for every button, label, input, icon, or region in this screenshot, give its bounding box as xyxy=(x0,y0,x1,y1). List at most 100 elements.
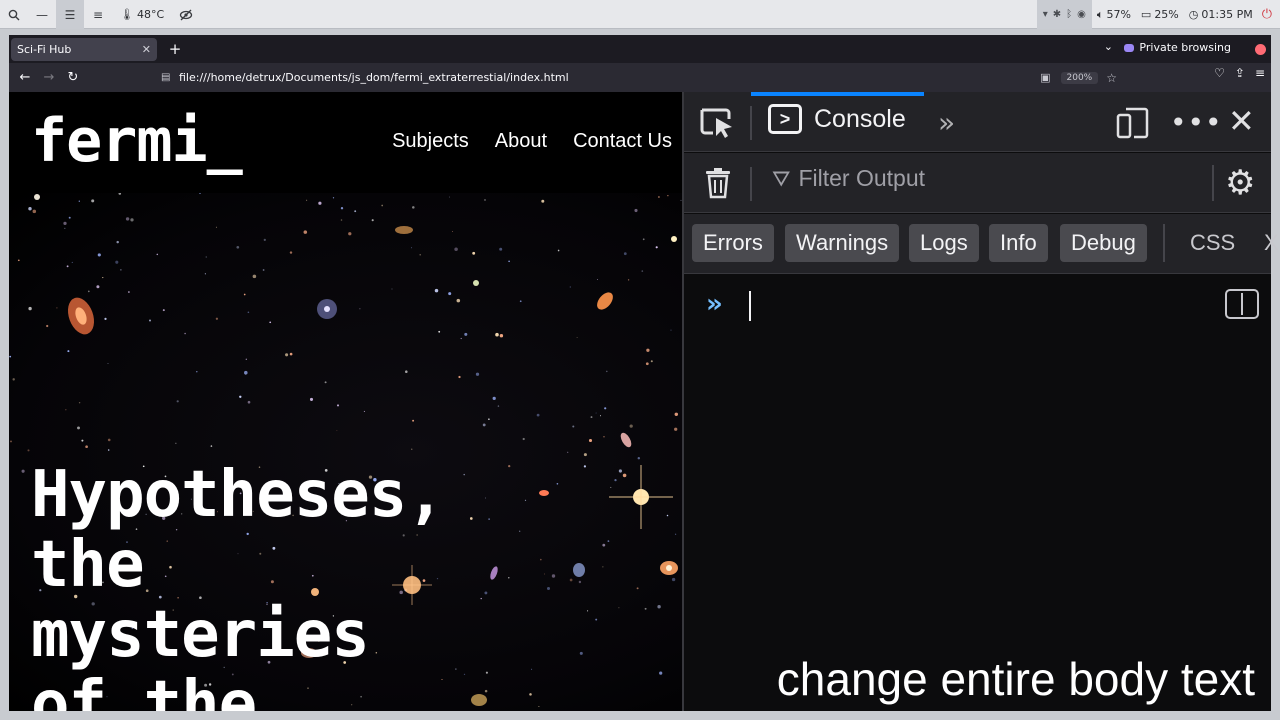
star-dot xyxy=(463,473,465,476)
star-dot xyxy=(606,370,608,373)
reload-icon[interactable]: ↻ xyxy=(61,66,85,90)
star-dot xyxy=(522,437,525,441)
more-options-icon[interactable]: ••• xyxy=(1170,106,1223,139)
filter-info-button[interactable]: Info xyxy=(989,224,1048,262)
minimize-icon[interactable]: — xyxy=(28,0,56,29)
star-dot xyxy=(597,279,598,280)
star-dot xyxy=(629,424,633,428)
star-dot xyxy=(247,400,251,404)
star-dot xyxy=(411,448,413,450)
url-text[interactable]: file:///home/detrux/Documents/js_dom/fer… xyxy=(179,71,1040,84)
star-dot xyxy=(363,410,365,412)
star-dot xyxy=(411,247,413,249)
console-output[interactable]: » change entire body text xyxy=(684,275,1271,711)
star-dot xyxy=(583,465,587,468)
extensions-icon[interactable]: ⇪ xyxy=(1235,66,1245,80)
gear-icon[interactable]: ⚙ xyxy=(1225,163,1255,203)
star-dot xyxy=(610,486,612,488)
filter-errors-button[interactable]: Errors xyxy=(692,224,774,262)
tab-title: Sci-Fi Hub xyxy=(17,43,72,56)
star-dot xyxy=(492,396,496,401)
filter-logs-button[interactable]: Logs xyxy=(909,224,979,262)
star-dot xyxy=(497,405,500,407)
new-tab-button[interactable]: + xyxy=(165,39,185,59)
window-list-icon[interactable]: ☰ xyxy=(56,0,84,29)
temperature-indicator[interactable]: 🌡︎ 48°C xyxy=(112,8,172,21)
star-dot xyxy=(590,416,593,419)
zoom-level-badge[interactable]: 200% xyxy=(1060,71,1099,84)
menu-icon[interactable]: ≡ xyxy=(84,0,112,29)
nav-link-subjects[interactable]: Subjects xyxy=(392,130,469,153)
bluetooth-icon[interactable]: ᛒ xyxy=(1066,9,1072,20)
pocket-icon[interactable]: ♡ xyxy=(1214,66,1225,80)
star-dot xyxy=(463,673,466,676)
element-picker-icon[interactable] xyxy=(698,105,736,139)
filter-divider xyxy=(750,167,752,201)
star-dot xyxy=(236,245,240,249)
star-dot xyxy=(77,426,80,430)
network-icon[interactable]: ✱ xyxy=(1053,9,1061,20)
star-dot xyxy=(215,317,219,320)
nav-link-about[interactable]: About xyxy=(495,130,547,153)
tab-console[interactable]: > Console xyxy=(768,104,906,134)
filter-xhr-button[interactable]: X xyxy=(1264,224,1279,262)
star-dot xyxy=(156,253,159,256)
battery-indicator[interactable]: ▭ 25% xyxy=(1136,8,1184,21)
star-dot xyxy=(674,412,679,417)
site-logo[interactable]: fermi_ xyxy=(31,106,243,176)
star-dot xyxy=(460,337,462,340)
reader-view-icon[interactable]: ▣ xyxy=(1040,71,1050,84)
editor-mode-toggle-icon[interactable] xyxy=(1225,289,1259,319)
forward-arrow-icon[interactable]: → xyxy=(37,66,61,90)
star-dot xyxy=(12,378,15,381)
star-dot xyxy=(480,597,482,600)
url-bar[interactable]: ▤ file:///home/detrux/Documents/js_dom/f… xyxy=(161,66,1117,89)
star-dot xyxy=(244,370,248,375)
star-dot xyxy=(340,207,344,210)
responsive-design-icon[interactable] xyxy=(1116,106,1150,140)
settings-tray-icon[interactable]: ◉ xyxy=(1077,9,1086,20)
star-dot xyxy=(245,358,247,360)
tab-list-chevron-icon[interactable]: ⌄ xyxy=(1104,40,1113,53)
star-dot xyxy=(579,651,583,655)
star-dot xyxy=(91,199,95,203)
clock[interactable]: ◷ 01:35 PM xyxy=(1184,8,1258,21)
browser-tab[interactable]: Sci-Fi Hub ✕ xyxy=(11,38,157,61)
star-dot xyxy=(484,199,486,201)
filter-output-input[interactable]: ⛛ Filter Output xyxy=(772,165,925,192)
star-dot xyxy=(262,269,265,271)
star-dot xyxy=(263,238,266,242)
star-dot xyxy=(508,464,511,468)
star-dot xyxy=(125,217,130,221)
nav-link-contact[interactable]: Contact Us xyxy=(573,130,672,153)
star-dot xyxy=(569,578,573,582)
system-tray[interactable]: ▾ ✱ ᛒ ◉ xyxy=(1036,0,1092,29)
recording-dot-icon xyxy=(1255,44,1266,55)
eye-off-icon[interactable] xyxy=(172,0,200,29)
star-dot xyxy=(309,397,314,401)
star-dot xyxy=(149,319,151,322)
star-dot xyxy=(318,201,322,205)
filter-css-button[interactable]: CSS xyxy=(1190,224,1235,262)
star-dot xyxy=(670,329,672,331)
back-arrow-icon[interactable]: ← xyxy=(13,66,37,90)
filter-warnings-button[interactable]: Warnings xyxy=(785,224,900,262)
console-input-caret[interactable] xyxy=(749,291,751,321)
close-tab-icon[interactable]: ✕ xyxy=(142,43,151,56)
star-dot xyxy=(557,249,560,252)
star-dot xyxy=(674,427,678,431)
more-tools-chevron-icon[interactable]: » xyxy=(938,106,955,139)
toolbar-divider xyxy=(750,106,752,140)
filter-debug-button[interactable]: Debug xyxy=(1060,224,1147,262)
hamburger-menu-icon[interactable]: ≡ xyxy=(1255,66,1265,80)
wifi-icon[interactable]: ▾ xyxy=(1043,9,1048,20)
trash-icon[interactable] xyxy=(704,167,732,199)
power-icon[interactable]: ⏻ xyxy=(1258,7,1280,22)
star-dot xyxy=(371,219,374,222)
battery-icon: ▭ xyxy=(1140,8,1152,21)
star-dot xyxy=(508,577,510,579)
search-icon[interactable] xyxy=(0,0,28,29)
volume-indicator[interactable]: 🔈︎ 57% xyxy=(1092,8,1136,22)
close-devtools-icon[interactable]: ✕ xyxy=(1228,102,1255,140)
bookmark-star-icon[interactable]: ☆ xyxy=(1106,71,1117,85)
